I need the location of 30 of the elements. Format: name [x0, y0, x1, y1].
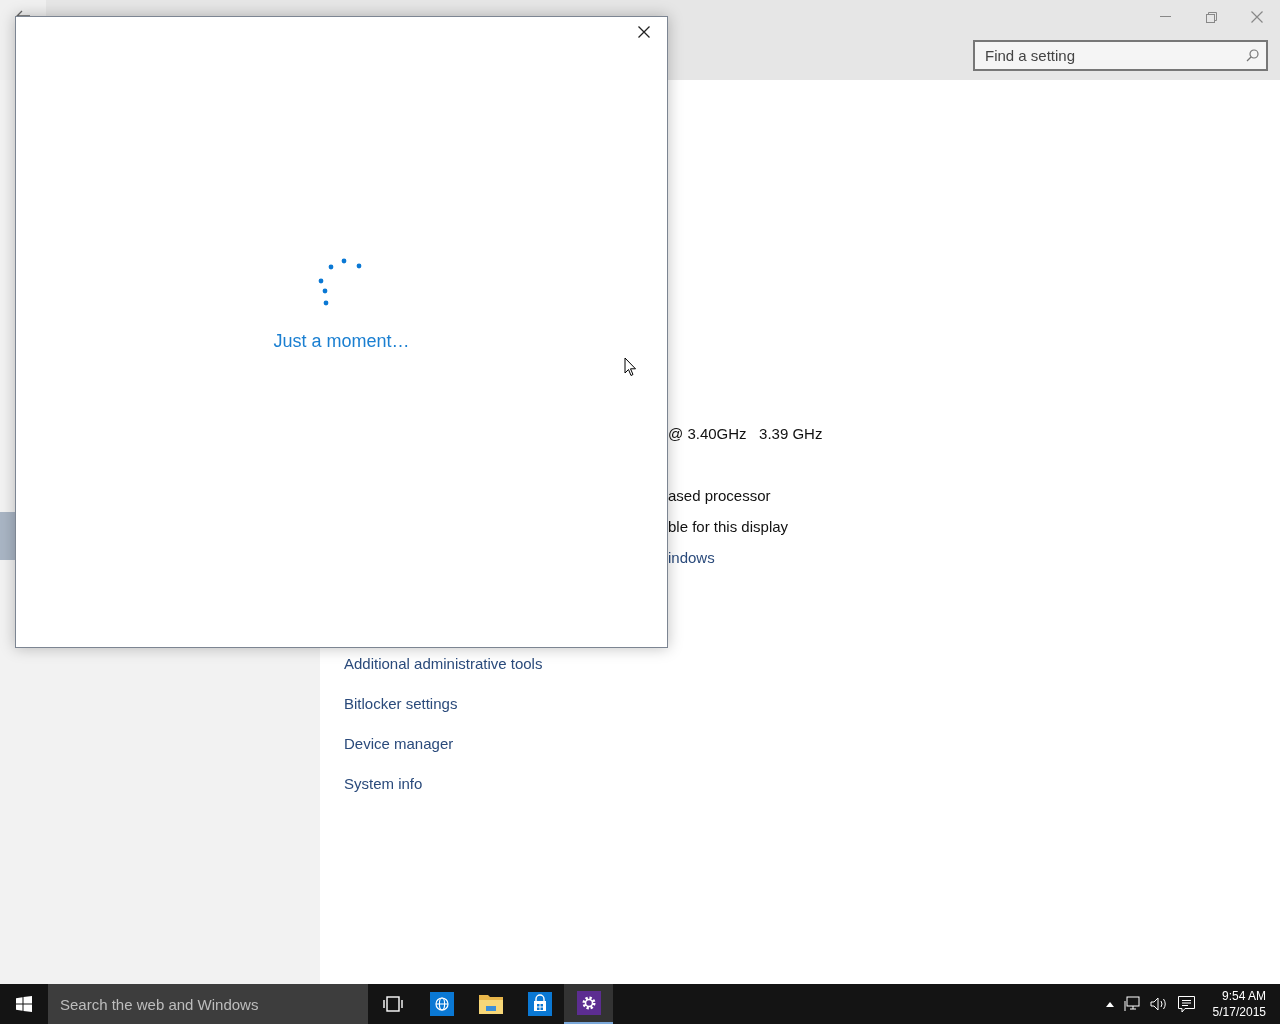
shopping-bag-icon	[527, 992, 552, 1016]
loading-message: Just a moment…	[273, 331, 410, 352]
clock-date: 5/17/2015	[1212, 1004, 1266, 1020]
info-text: @ 3.40GHz 3.39 GHz	[668, 424, 823, 444]
close-icon[interactable]	[638, 26, 650, 38]
search-field[interactable]: Find a setting	[973, 40, 1268, 71]
windows-logo-icon	[16, 996, 32, 1012]
taskbar-search-field[interactable]: Search the web and Windows	[48, 984, 368, 1024]
caret-up-icon[interactable]	[1105, 1001, 1114, 1007]
minimize-icon[interactable]	[1160, 16, 1172, 18]
mouse-cursor-icon	[624, 357, 637, 377]
gear-icon	[576, 991, 601, 1015]
task-view-icon	[382, 996, 403, 1012]
speaker-icon[interactable]	[1149, 997, 1168, 1011]
network-icon[interactable]	[1123, 996, 1140, 1012]
link[interactable]: System info	[344, 773, 423, 795]
link[interactable]: Device manager	[344, 733, 454, 755]
link[interactable]: indows	[668, 547, 715, 569]
info-text: ble for this display	[668, 517, 789, 537]
folder-icon	[478, 993, 503, 1015]
restore-icon[interactable]	[1206, 11, 1217, 23]
link[interactable]: Bitlocker settings	[344, 693, 458, 715]
clock[interactable]: 9:54 AM 5/17/2015	[1212, 988, 1266, 1020]
clock-time: 9:54 AM	[1221, 988, 1266, 1004]
notification-icon[interactable]	[1177, 995, 1195, 1013]
search-icon	[1246, 49, 1259, 62]
info-text: ased processor	[668, 486, 771, 506]
taskbar-app-button[interactable]	[564, 984, 613, 1024]
globe-icon	[429, 992, 454, 1016]
link[interactable]: Additional administrative tools	[344, 653, 543, 675]
